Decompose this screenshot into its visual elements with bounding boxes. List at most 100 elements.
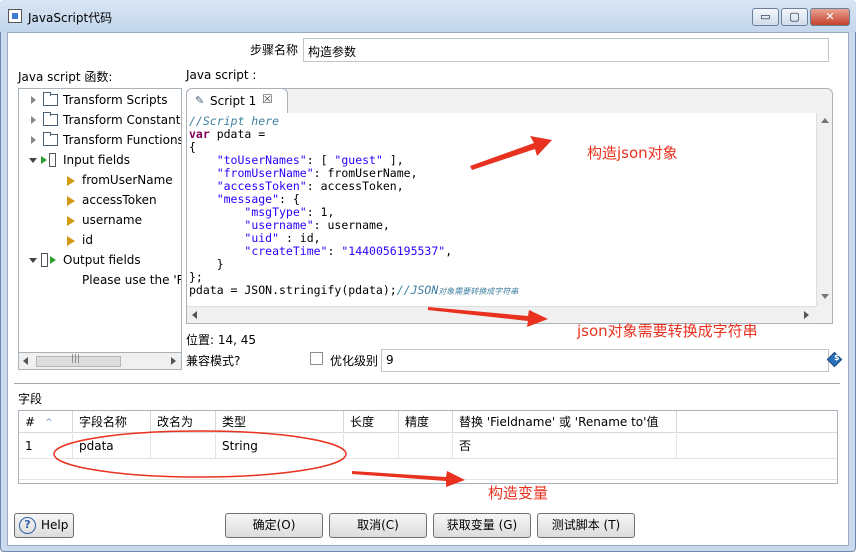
collapse-arrow-icon[interactable] <box>29 158 37 163</box>
tree-item-field[interactable]: fromUserName <box>19 170 181 190</box>
tab-script-1[interactable]: ✎ Script 1 ☒ <box>186 88 288 113</box>
cancel-button[interactable]: 取消(C) <box>329 513 427 538</box>
scroll-right-icon[interactable] <box>804 311 809 319</box>
compat-mode-label: 兼容模式? <box>186 354 241 368</box>
column-header-index[interactable]: # ^ <box>19 411 73 433</box>
code-text: //Script here var pdata ={ "toUserNames":… <box>189 115 518 298</box>
tree-item-label: Please use the 'R <box>82 273 182 287</box>
tree-item-label: Transform Scripts <box>63 93 168 107</box>
tree-item-transform-scripts[interactable]: Transform Scripts <box>19 90 181 110</box>
code-vertical-scrollbar[interactable] <box>816 113 832 306</box>
scroll-right-icon[interactable] <box>171 357 176 365</box>
code-editor[interactable]: //Script here var pdata ={ "toUserNames":… <box>187 113 816 306</box>
scrollbar-thumb[interactable]: ||| <box>36 354 121 367</box>
column-header-length[interactable]: 长度 <box>344 411 399 433</box>
code-line: var pdata = <box>189 127 266 141</box>
step-name-input[interactable]: 构造参数 <box>303 38 829 62</box>
minimize-button[interactable]: ▭ <box>752 8 779 26</box>
scroll-left-icon[interactable] <box>192 311 197 319</box>
cell-index[interactable]: 1 <box>19 434 73 458</box>
tree-item-input-fields[interactable]: Input fields <box>19 150 181 170</box>
output-fields-icon <box>41 253 61 267</box>
tree-item-field[interactable]: id <box>19 230 181 250</box>
tree-item-transform-functions[interactable]: Transform Functions <box>19 130 182 150</box>
field-icon <box>67 216 75 226</box>
scroll-down-icon[interactable] <box>821 294 829 299</box>
folder-icon <box>43 132 58 146</box>
tree-item-label: fromUserName <box>82 173 173 187</box>
expand-arrow-icon[interactable] <box>31 116 36 124</box>
step-name-label: 步骤名称 <box>250 43 299 57</box>
tree-item-field[interactable]: username <box>19 210 181 230</box>
collapse-arrow-icon[interactable] <box>29 258 37 263</box>
tree-item-label: Input fields <box>63 153 131 167</box>
table-header: # ^ 字段名称 改名为 类型 长度 精度 替换 'Fieldname' 或 'R… <box>19 411 837 433</box>
tab-label: Script 1 <box>210 94 257 108</box>
field-icon <box>67 196 75 206</box>
script-icon: ✎ <box>195 94 205 107</box>
close-button[interactable]: ✕ <box>810 8 850 26</box>
title-bar[interactable]: JavaScript代码 ▭ ▢ ✕ <box>0 0 856 32</box>
close-tab-icon[interactable]: ☒ <box>262 92 273 106</box>
expand-arrow-icon[interactable] <box>31 96 36 104</box>
cursor-position: 位置: 14, 45 <box>186 333 257 347</box>
column-header-rename[interactable]: 改名为 <box>151 411 216 433</box>
app-icon <box>8 9 22 23</box>
column-header-precision[interactable]: 精度 <box>399 411 453 433</box>
help-icon: ? <box>19 517 36 534</box>
maximize-button[interactable]: ▢ <box>781 8 808 26</box>
help-label: Help <box>41 518 69 532</box>
tree-item-label: Transform Functions <box>63 133 182 147</box>
window-title: JavaScript代码 <box>28 11 113 25</box>
column-header-fieldname[interactable]: 字段名称 <box>73 411 151 433</box>
column-header-replace[interactable]: 替换 'Fieldname' 或 'Rename to'值 <box>453 411 677 433</box>
tree-item-label: Output fields <box>63 253 141 267</box>
expand-arrow-icon[interactable] <box>31 136 36 144</box>
fields-table[interactable]: # ^ 字段名称 改名为 类型 长度 精度 替换 'Fieldname' 或 'R… <box>18 410 838 484</box>
folder-icon <box>43 92 58 106</box>
get-variables-button[interactable]: 获取变量 (G) <box>433 513 531 538</box>
tree-item-hint: Please use the 'R <box>19 270 182 290</box>
function-tree[interactable]: Transform Scripts Transform Constants Tr… <box>18 88 182 370</box>
field-icon <box>67 176 75 186</box>
row-divider <box>19 458 837 459</box>
scroll-left-icon[interactable] <box>23 357 28 365</box>
help-button[interactable]: ? Help <box>14 513 74 538</box>
cell-length[interactable] <box>344 434 399 458</box>
column-header-type[interactable]: 类型 <box>216 411 344 433</box>
scroll-up-icon[interactable] <box>821 118 829 123</box>
annotation-json-to-string: json对象需要转换成字符串 <box>577 322 758 340</box>
tree-item-label: accessToken <box>82 193 157 207</box>
cell-rename[interactable] <box>151 434 216 458</box>
cell-replace[interactable]: 否 <box>453 434 677 458</box>
divider <box>14 383 840 385</box>
cell-precision[interactable] <box>399 434 453 458</box>
optimize-level-label: 优化级别 <box>330 354 379 368</box>
code-line: } <box>189 257 224 271</box>
annotation-construct-variable: 构造变量 <box>488 484 549 502</box>
cell-type[interactable]: String <box>216 434 344 458</box>
tree-item-field[interactable]: accessToken <box>19 190 181 210</box>
tree-horizontal-scrollbar[interactable]: ||| <box>18 352 182 370</box>
annotation-construct-json: 构造json对象 <box>587 144 678 162</box>
code-line: "createTime": "1440056195537", <box>244 244 453 258</box>
optimize-level-input[interactable]: 9 <box>381 349 829 372</box>
tree-item-output-fields[interactable]: Output fields <box>19 250 181 270</box>
ok-button[interactable]: 确定(O) <box>225 513 323 538</box>
field-icon <box>67 236 75 246</box>
optimize-checkbox[interactable] <box>310 352 323 365</box>
thumb-grip: ||| <box>71 354 81 364</box>
tree-item-label: id <box>82 233 93 247</box>
tree-item-transform-constants[interactable]: Transform Constants <box>19 110 182 130</box>
folder-icon <box>43 112 58 126</box>
cell-fieldname[interactable]: pdata <box>73 434 151 458</box>
code-line: pdata = JSON.stringify(pdata);//JSON对象需要… <box>189 283 519 297</box>
tree-item-label: Transform Constants <box>63 113 182 127</box>
script-panel-label: Java script : <box>186 68 257 82</box>
fields-section-label: 字段 <box>18 392 43 406</box>
sort-asc-icon: ^ <box>45 418 53 428</box>
row-divider <box>19 479 837 480</box>
input-fields-icon <box>41 153 61 167</box>
functions-panel-label: Java script 函数: <box>18 70 113 84</box>
test-script-button[interactable]: 测试脚本 (T) <box>537 513 635 538</box>
